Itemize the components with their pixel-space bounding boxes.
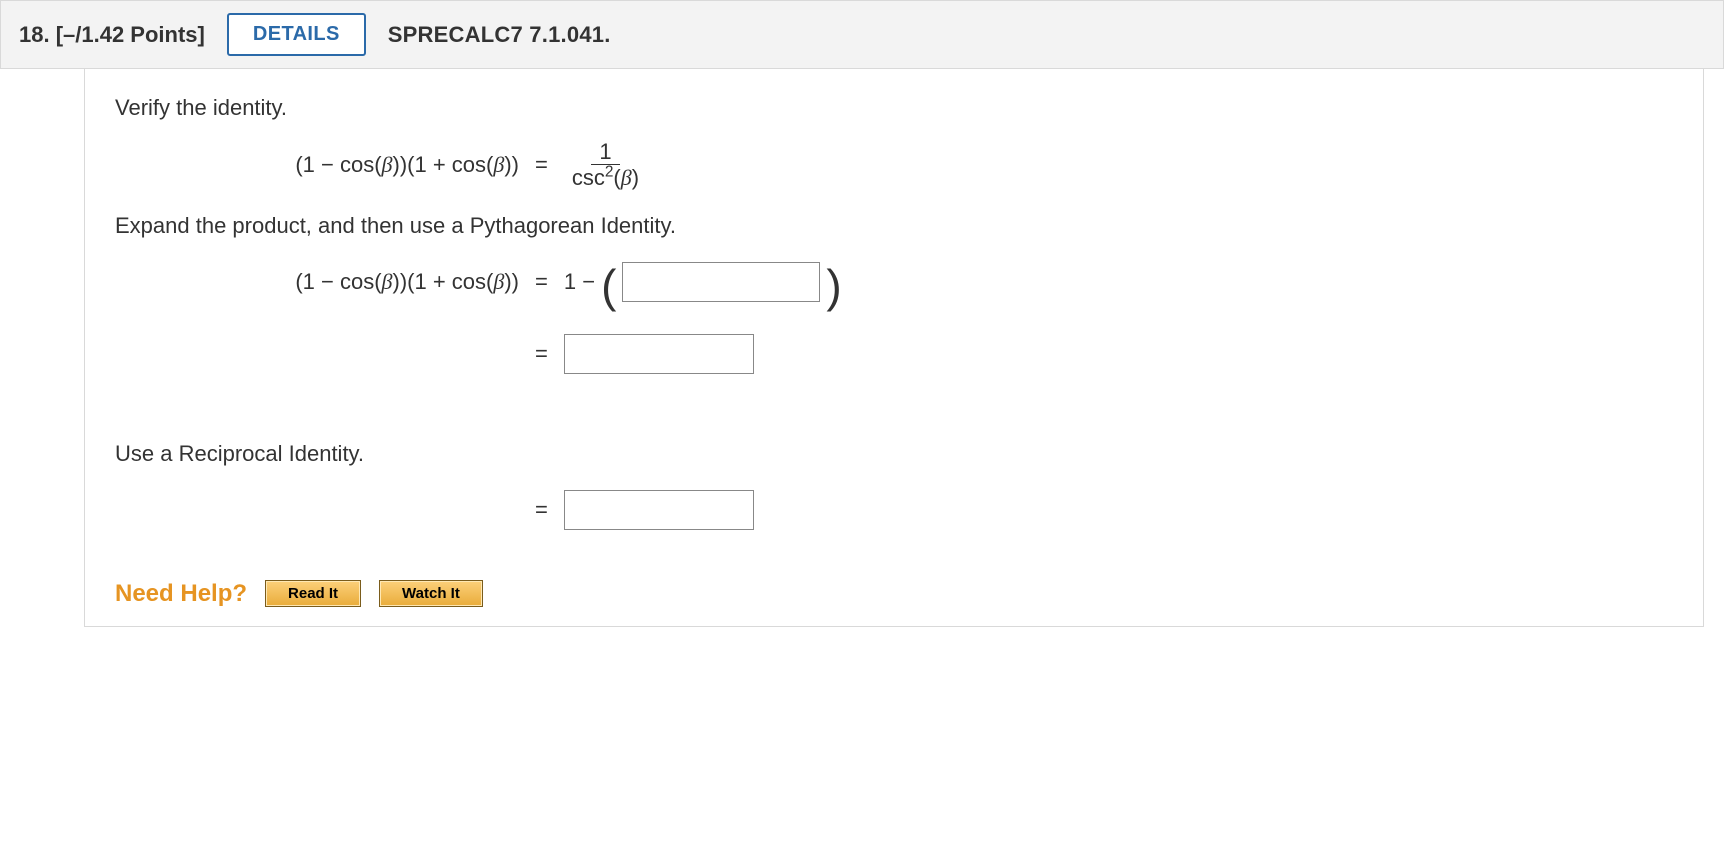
- identity-rhs-fraction: 1 csc2(β): [564, 139, 647, 191]
- equals-sign: =: [525, 497, 558, 523]
- question-number: 18. [–/1.42 Points]: [19, 22, 205, 48]
- reciprocal-prompt: Use a Reciprocal Identity.: [115, 441, 1673, 467]
- fraction-denominator: csc2(β): [564, 165, 647, 190]
- step1-blank-input[interactable]: [622, 262, 820, 302]
- question-reference: SPRECALC7 7.1.041.: [388, 22, 611, 48]
- details-button[interactable]: DETAILS: [227, 13, 366, 56]
- read-it-button[interactable]: Read It: [265, 580, 361, 607]
- help-row: Need Help? Read It Watch It: [115, 579, 1673, 608]
- watch-it-button[interactable]: Watch It: [379, 580, 483, 607]
- step3-row: =: [115, 485, 1673, 535]
- step3-blank-input[interactable]: [564, 490, 754, 530]
- need-help-label: Need Help?: [115, 580, 247, 608]
- equals-sign: =: [525, 269, 558, 295]
- step1-rhs-prefix: 1 −: [564, 269, 595, 295]
- fraction-numerator: 1: [591, 139, 619, 165]
- equals-sign: =: [525, 152, 558, 178]
- step1-lhs: (1 − cos(β))(1 + cos(β)): [207, 269, 519, 295]
- identity-lhs: (1 − cos(β))(1 + cos(β)): [207, 152, 519, 178]
- equals-sign: =: [525, 341, 558, 367]
- verify-prompt: Verify the identity.: [115, 95, 1673, 121]
- question-body: Verify the identity. (1 − cos(β))(1 + co…: [84, 69, 1704, 627]
- question-header: 18. [–/1.42 Points] DETAILS SPRECALC7 7.…: [0, 0, 1724, 69]
- expand-prompt: Expand the product, and then use a Pytha…: [115, 213, 1673, 239]
- step2-blank-input[interactable]: [564, 334, 754, 374]
- step1-row: (1 − cos(β))(1 + cos(β)) = 1 − ( ): [115, 257, 1673, 307]
- step2-row: =: [115, 329, 1673, 379]
- identity-equation: (1 − cos(β))(1 + cos(β)) = 1 csc2(β): [115, 139, 1673, 191]
